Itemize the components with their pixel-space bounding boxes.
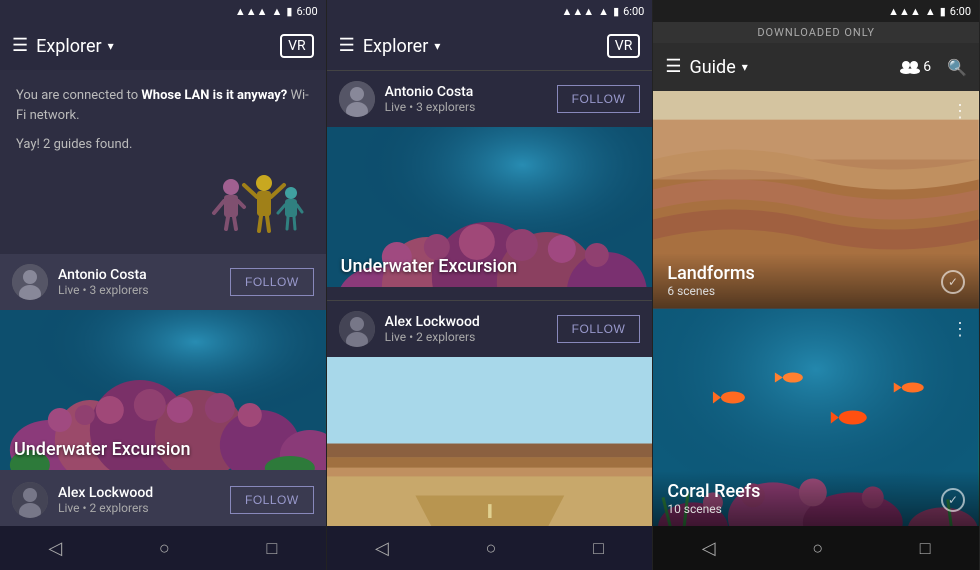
avatar-2b bbox=[339, 311, 375, 347]
wifi-icon: ▲ bbox=[272, 5, 283, 18]
guide-info-2a: Antonio Costa Live • 3 explorers bbox=[385, 84, 547, 114]
guide-sub-2b: Live • 2 explorers bbox=[385, 330, 547, 344]
follow-btn-partial[interactable]: FOLLOW bbox=[230, 486, 314, 514]
menu-icon-1[interactable]: ☰ bbox=[12, 37, 28, 55]
guide-sub-2a: Live • 3 explorers bbox=[385, 100, 547, 114]
partial-guide-name: Alex Lockwood bbox=[58, 485, 220, 501]
landforms-title: Landforms bbox=[667, 263, 965, 284]
status-bar-2: ▲▲▲ ▲ ▮ 6:00 bbox=[327, 0, 653, 22]
app-bar-1: ☰ Explorer ▾ VR bbox=[0, 22, 326, 70]
follow-btn-2a[interactable]: FOLLOW bbox=[557, 85, 641, 113]
nav-bar-3: ◁ ○ □ bbox=[653, 526, 979, 570]
partial-guide-sub: Live • 2 explorers bbox=[58, 501, 220, 515]
dropdown-icon-1[interactable]: ▾ bbox=[108, 39, 114, 53]
more-icon-1[interactable]: ⋮ bbox=[951, 101, 969, 122]
dropdown-icon-2[interactable]: ▾ bbox=[434, 39, 440, 53]
wifi-icon-3: ▲ bbox=[925, 5, 936, 18]
partial-guide-info: Alex Lockwood Live • 2 explorers bbox=[58, 485, 220, 515]
avatar-2-partial bbox=[12, 482, 48, 518]
time-1: 6:00 bbox=[296, 5, 317, 18]
nav-bar-1: ◁ ○ □ bbox=[0, 526, 326, 570]
app-title-3: Guide ▾ bbox=[689, 57, 892, 78]
card2b-header: Alex Lockwood Live • 2 explorers FOLLOW bbox=[327, 301, 653, 357]
home-btn-1[interactable]: ○ bbox=[139, 530, 190, 567]
avatar-1 bbox=[12, 264, 48, 300]
app-bar-2: ☰ Explorer ▾ VR bbox=[327, 22, 653, 70]
status-bar-1: ▲▲▲ ▲ ▮ 6:00 bbox=[0, 0, 326, 22]
downloaded-banner: DOWNLOADED ONLY bbox=[653, 22, 979, 43]
recents-btn-3[interactable]: □ bbox=[900, 530, 951, 567]
coral-info: Coral Reefs 10 scenes bbox=[653, 471, 979, 526]
nav-bar-2: ◁ ○ □ bbox=[327, 526, 653, 570]
landforms-info: Landforms 6 scenes bbox=[653, 253, 979, 308]
follow-btn-2b[interactable]: FOLLOW bbox=[557, 315, 641, 343]
coral-title: Coral Reefs bbox=[667, 481, 965, 502]
guide-name-1: Antonio Costa bbox=[58, 267, 220, 283]
wifi-icon-2: ▲ bbox=[598, 5, 609, 18]
guide-item-coral[interactable]: ⋮ Coral Reefs 10 scenes ✓ bbox=[653, 309, 979, 526]
guide-sub-1: Live • 3 explorers bbox=[58, 283, 220, 297]
landforms-sub: 6 scenes bbox=[667, 284, 965, 298]
guide-card-2a[interactable]: Antonio Costa Live • 3 explorers FOLLOW bbox=[327, 70, 653, 296]
card2a-header: Antonio Costa Live • 3 explorers FOLLOW bbox=[327, 71, 653, 127]
dropdown-icon-3[interactable]: ▾ bbox=[742, 60, 748, 74]
vr-icon-1[interactable]: VR bbox=[280, 34, 314, 58]
time-2: 6:00 bbox=[623, 5, 644, 18]
home-btn-2[interactable]: ○ bbox=[466, 530, 517, 567]
illustration-area bbox=[0, 164, 326, 254]
signal-icon: ▲▲▲ bbox=[235, 5, 268, 18]
group-icon-3: 6 bbox=[900, 59, 931, 75]
back-btn-3[interactable]: ◁ bbox=[682, 530, 736, 567]
coral-sub: 10 scenes bbox=[667, 502, 965, 516]
people-illustration bbox=[206, 169, 306, 249]
card2a-label: Underwater Excursion bbox=[341, 256, 518, 277]
back-btn-2[interactable]: ◁ bbox=[355, 530, 409, 567]
app-bar-3: ☰ Guide ▾ 6 🔍 bbox=[653, 43, 979, 91]
vr-icon-2[interactable]: VR bbox=[607, 34, 641, 58]
guide-list: ⋮ Landforms 6 scenes ✓ bbox=[653, 91, 979, 526]
card2b-image bbox=[327, 357, 653, 526]
guide-item-landforms[interactable]: ⋮ Landforms 6 scenes ✓ bbox=[653, 91, 979, 308]
guide-info-2b: Alex Lockwood Live • 2 explorers bbox=[385, 314, 547, 344]
recents-btn-1[interactable]: □ bbox=[246, 530, 297, 567]
check-icon-2: ✓ bbox=[941, 488, 965, 512]
app-title-2: Explorer ▾ bbox=[363, 36, 599, 57]
battery-icon-3: ▮ bbox=[940, 5, 946, 18]
panel-3: ▲▲▲ ▲ ▮ 6:00 DOWNLOADED ONLY ☰ Guide ▾ 6… bbox=[653, 0, 980, 570]
panel-1: ▲▲▲ ▲ ▮ 6:00 ☰ Explorer ▾ VR You are con… bbox=[0, 0, 327, 570]
back-btn-1[interactable]: ◁ bbox=[28, 530, 82, 567]
wifi-notice: You are connected to Whose LAN is it any… bbox=[0, 70, 326, 133]
app-title-1: Explorer ▾ bbox=[36, 36, 272, 57]
guide-card-2b[interactable]: Alex Lockwood Live • 2 explorers FOLLOW bbox=[327, 300, 653, 526]
follow-btn-1[interactable]: FOLLOW bbox=[230, 268, 314, 296]
guide-info-1: Antonio Costa Live • 3 explorers bbox=[58, 267, 220, 297]
card2a-image: Underwater Excursion bbox=[327, 127, 653, 287]
battery-icon-2: ▮ bbox=[613, 5, 619, 18]
home-btn-3[interactable]: ○ bbox=[792, 530, 843, 567]
menu-icon-2[interactable]: ☰ bbox=[339, 37, 355, 55]
card1-image: Underwater Excursion bbox=[0, 310, 326, 470]
time-3: 6:00 bbox=[950, 5, 971, 18]
check-icon-1: ✓ bbox=[941, 270, 965, 294]
menu-icon-3[interactable]: ☰ bbox=[665, 58, 681, 76]
more-icon-2[interactable]: ⋮ bbox=[951, 319, 969, 340]
status-bar-3: ▲▲▲ ▲ ▮ 6:00 bbox=[653, 0, 979, 22]
signal-icon-2: ▲▲▲ bbox=[562, 5, 595, 18]
signal-icon-3: ▲▲▲ bbox=[888, 5, 921, 18]
card1-header: Antonio Costa Live • 3 explorers FOLLOW bbox=[0, 254, 326, 310]
avatar-2a bbox=[339, 81, 375, 117]
card1-label: Underwater Excursion bbox=[14, 439, 191, 460]
guide-name-2b: Alex Lockwood bbox=[385, 314, 547, 330]
panel-2: ▲▲▲ ▲ ▮ 6:00 ☰ Explorer ▾ VR Antonio Cos… bbox=[327, 0, 654, 570]
guide-name-2a: Antonio Costa bbox=[385, 84, 547, 100]
search-btn-3[interactable]: 🔍 bbox=[947, 58, 967, 77]
recents-btn-2[interactable]: □ bbox=[573, 530, 624, 567]
partial-card-1: Alex Lockwood Live • 2 explorers FOLLOW bbox=[0, 474, 326, 526]
battery-icon: ▮ bbox=[286, 5, 292, 18]
yay-text: Yay! 2 guides found. bbox=[0, 133, 326, 164]
guide-card-1[interactable]: Antonio Costa Live • 3 explorers FOLLOW bbox=[0, 254, 326, 474]
